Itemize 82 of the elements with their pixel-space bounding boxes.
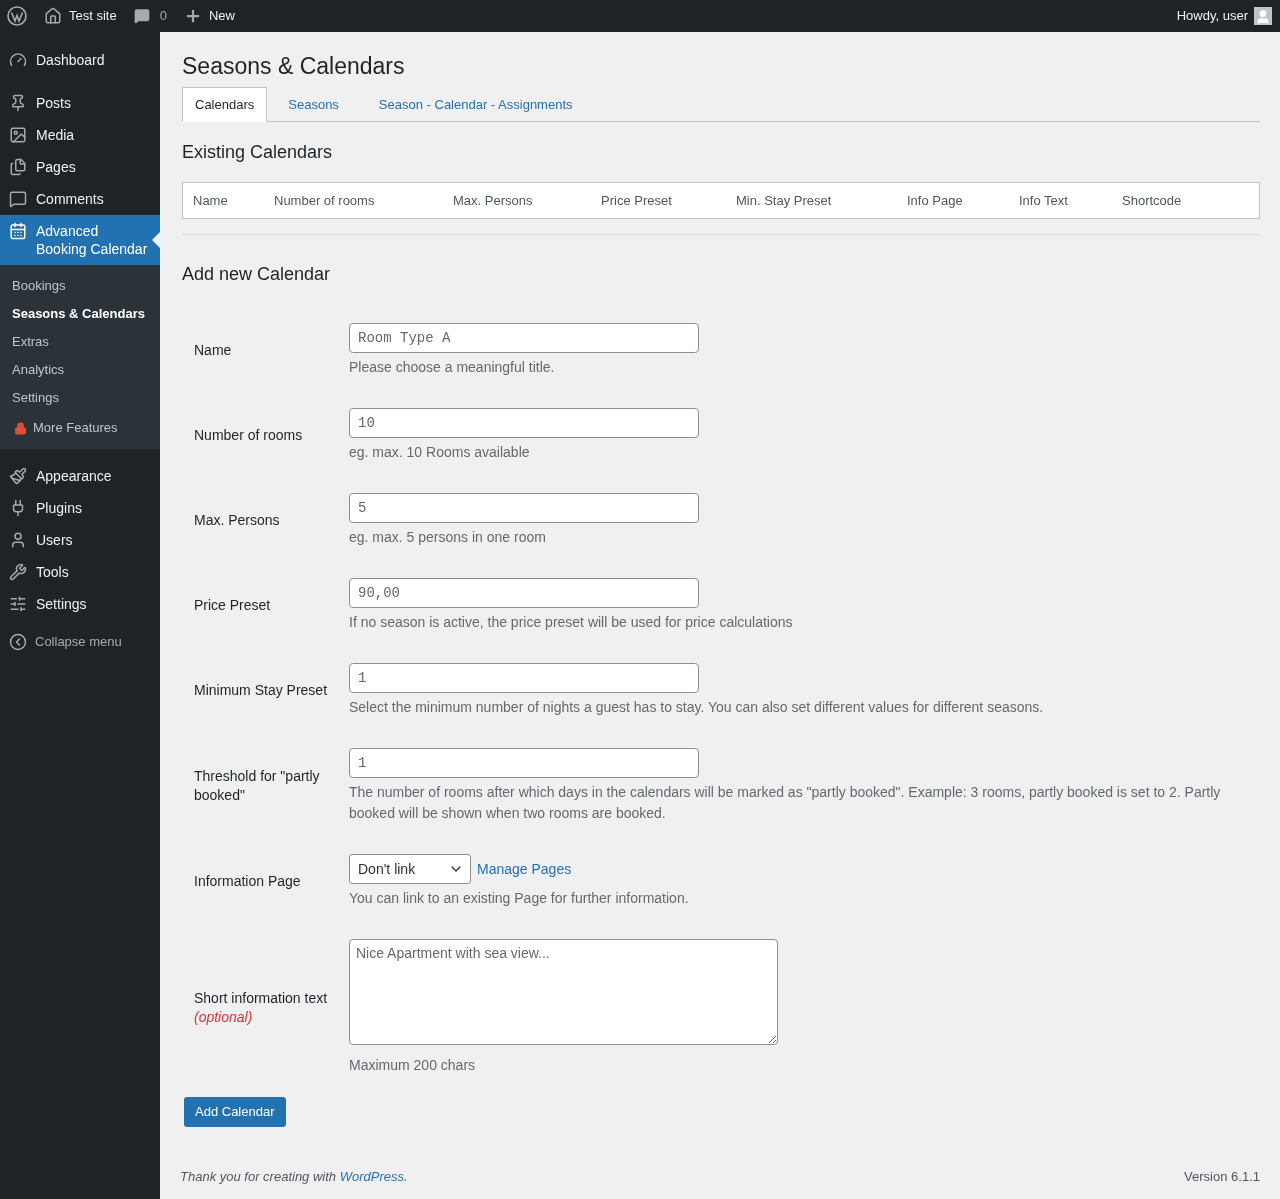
field-label: Threshold for "partly booked" bbox=[194, 767, 321, 805]
comments-link[interactable]: 0 bbox=[133, 6, 167, 26]
sidebar-menu-item[interactable]: Advanced Booking Calendar bbox=[0, 215, 160, 265]
user-icon bbox=[9, 531, 27, 549]
version-text: Version 6.1.1 bbox=[1184, 1167, 1260, 1186]
pages-icon bbox=[9, 158, 27, 176]
sidebar-menu-item[interactable]: Media bbox=[0, 119, 160, 151]
column-header: Shortcode bbox=[1121, 191, 1182, 210]
sidebar-menu-item[interactable]: Settings bbox=[0, 588, 160, 620]
collapse-icon bbox=[9, 632, 27, 651]
submenu-item[interactable]: Settings bbox=[0, 384, 160, 412]
wordpress-logo-icon[interactable] bbox=[7, 6, 27, 26]
avatar-icon bbox=[1254, 7, 1272, 25]
column-header: Info Page bbox=[906, 191, 964, 210]
field-description: If no season is active, the price preset will be used for price calculations bbox=[349, 613, 794, 632]
field-label: Price Preset bbox=[194, 596, 272, 615]
sidebar-menu-item[interactable]: Posts bbox=[0, 87, 160, 119]
nav-tab[interactable]: Seasons bbox=[269, 87, 358, 122]
column-header: Name bbox=[192, 191, 229, 210]
field-label: Number of rooms bbox=[194, 426, 304, 445]
submenu-item[interactable]: Analytics bbox=[0, 356, 160, 384]
sidebar-menu-item[interactable]: Tools bbox=[0, 556, 160, 588]
field-description: eg. max. 10 Rooms available bbox=[349, 443, 531, 462]
submenu-item[interactable]: Bookings bbox=[0, 272, 160, 300]
column-header: Info Text bbox=[1018, 191, 1069, 210]
field-description: Maximum 200 chars bbox=[349, 1056, 477, 1075]
add-calendar-button[interactable]: Add Calendar bbox=[184, 1097, 286, 1127]
sidebar-menu-item[interactable]: Plugins bbox=[0, 492, 160, 524]
text-field[interactable]: 5 bbox=[349, 493, 699, 523]
sidebar-menu-item[interactable]: Comments bbox=[0, 183, 160, 215]
sidebar-menu-item[interactable]: Appearance bbox=[0, 460, 160, 492]
dashboard-gauge-icon bbox=[9, 51, 27, 69]
sliders-icon bbox=[9, 595, 27, 613]
section-heading: Add new Calendar bbox=[182, 263, 332, 286]
media-icon bbox=[9, 126, 27, 144]
column-header: Max. Persons bbox=[452, 191, 534, 210]
field-description: eg. max. 5 persons in one room bbox=[349, 528, 547, 547]
page-title: Seasons & Calendars bbox=[182, 52, 406, 81]
text-field[interactable]: 90,00 bbox=[349, 578, 699, 608]
field-label: Minimum Stay Preset bbox=[194, 681, 329, 700]
text-field[interactable]: 1 bbox=[349, 748, 699, 778]
manage-pages-link[interactable]: Manage Pages bbox=[477, 858, 572, 880]
comment-bubble-icon bbox=[9, 190, 27, 208]
column-header: Price Preset bbox=[600, 191, 673, 210]
nav-tab[interactable]: Calendars bbox=[182, 87, 268, 122]
field-description: The number of rooms after which days in the calendars will be marked as "partly booked". Example: 3 rooms, partly booked is set to 2. Partly booked will be shown when two rooms are booked. bbox=[349, 783, 1222, 823]
field-label: Name bbox=[194, 341, 233, 360]
site-link[interactable]: Test site bbox=[44, 6, 117, 26]
footer-credit: Thank you for creating with WordPress. bbox=[180, 1167, 408, 1186]
wrench-icon bbox=[9, 563, 27, 581]
submenu-item[interactable]: Extras bbox=[0, 328, 160, 356]
sidebar-menu-item[interactable]: Users bbox=[0, 524, 160, 556]
collapse-menu-button[interactable]: Collapse menu bbox=[0, 626, 160, 658]
text-field[interactable]: 1 bbox=[349, 663, 699, 693]
page-select[interactable]: Don't link bbox=[349, 854, 471, 884]
current-pointer bbox=[152, 232, 160, 248]
sidebar-menu-item[interactable]: Dashboard bbox=[0, 44, 160, 76]
optional-note: (optional) bbox=[194, 1007, 254, 1027]
comment-bubble-icon bbox=[133, 8, 150, 24]
new-link[interactable]: New bbox=[183, 6, 235, 26]
sidebar-menu-item[interactable]: Pages bbox=[0, 151, 160, 183]
field-description: Select the minimum number of nights a guest has to stay. You can also set different values for different seasons. bbox=[349, 698, 1045, 717]
calendar-icon bbox=[9, 222, 27, 240]
home-icon bbox=[44, 7, 62, 25]
field-label: Information Page bbox=[194, 872, 302, 891]
field-label: Short information text bbox=[194, 988, 329, 1008]
column-header: Number of rooms bbox=[273, 191, 376, 210]
submenu-item[interactable]: Seasons & Calendars bbox=[0, 300, 160, 328]
submenu-item[interactable]: More Features bbox=[0, 412, 160, 442]
pin-icon bbox=[9, 94, 27, 112]
field-label: Max. Persons bbox=[194, 511, 281, 530]
info-text-area[interactable]: Nice Apartment with sea view... bbox=[349, 939, 778, 1045]
account-link[interactable]: Howdy, user bbox=[1176, 6, 1273, 26]
wordpress-link[interactable]: WordPress bbox=[339, 1168, 404, 1184]
section-heading: Existing Calendars bbox=[182, 141, 334, 164]
paintbrush-icon bbox=[9, 467, 27, 485]
text-field[interactable]: Room Type A bbox=[349, 323, 699, 353]
column-header: Min. Stay Preset bbox=[735, 191, 833, 210]
nav-tab[interactable]: Season - Calendar - Assignments bbox=[359, 87, 592, 122]
field-description: You can link to an existing Page for further information. bbox=[349, 889, 690, 908]
text-field[interactable]: 10 bbox=[349, 408, 699, 438]
field-description: Please choose a meaningful title. bbox=[349, 358, 556, 377]
